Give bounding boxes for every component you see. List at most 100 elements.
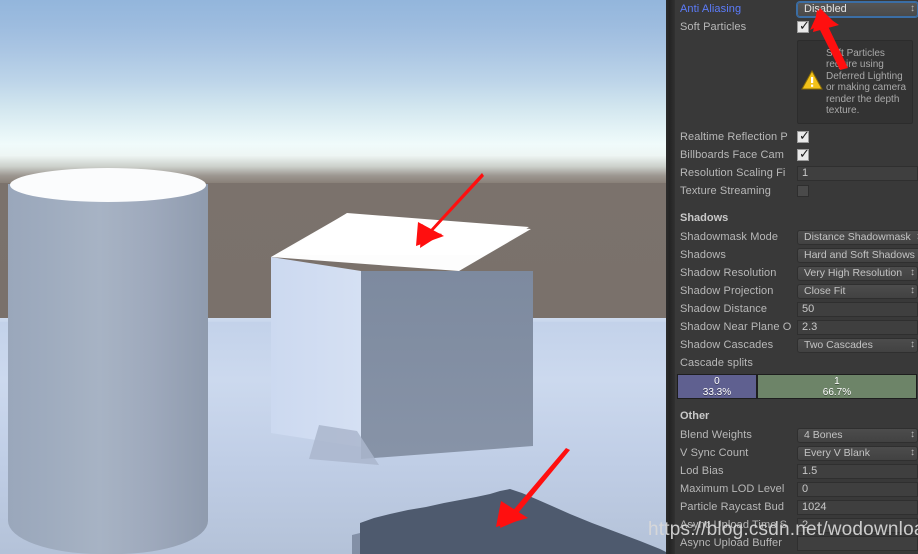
blend-weights-dropdown[interactable]: 4 Bones ↕ [797, 427, 918, 443]
annotation-arrow-cube-edge [388, 172, 488, 262]
cascade-split-1-index: 1 [834, 375, 840, 387]
row-lod-bias[interactable]: Lod Bias 1.5 [675, 462, 918, 480]
field-particle-raycast-budget[interactable]: 1024 [797, 498, 918, 516]
cascade-split-1[interactable]: 1 66.7% [756, 374, 917, 399]
label-v-sync-count: V Sync Count [680, 447, 749, 459]
shadow-cascades-value: Two Cascades [804, 338, 873, 351]
resolution-scaling-fixed-dpi-input[interactable]: 1 [797, 165, 918, 181]
maximum-lod-level-input[interactable]: 0 [797, 481, 918, 497]
cube-right-face [361, 271, 533, 459]
shadow-projection-dropdown[interactable]: Close Fit ↕ [797, 283, 918, 299]
shadow-cascades-dropdown[interactable]: Two Cascades ↕ [797, 337, 918, 353]
shadow-distance-input[interactable]: 50 [797, 301, 918, 317]
cascade-split-0[interactable]: 0 33.3% [677, 374, 757, 399]
field-billboards-face-camera[interactable]: ✓ [797, 146, 918, 164]
label-blend-weights: Blend Weights [680, 429, 753, 441]
field-v-sync-count[interactable]: Every V Blank ↕ [797, 444, 918, 462]
annotation-arrow-anti-aliasing [804, 8, 864, 70]
cascade-split-1-percent: 66.7% [822, 386, 852, 398]
shadow-projection-value: Close Fit [804, 284, 846, 297]
check-icon: ✓ [799, 128, 810, 143]
field-shadow-distance[interactable]: 50 [797, 300, 918, 318]
row-blend-weights[interactable]: Blend Weights 4 Bones ↕ [675, 426, 918, 444]
field-shadow-cascades[interactable]: Two Cascades ↕ [797, 336, 918, 354]
spacer-other [675, 399, 918, 410]
scene-view-viewport[interactable] [0, 0, 670, 554]
shadowmask-mode-dropdown[interactable]: Distance Shadowmask ↕ [797, 229, 918, 245]
row-realtime-reflection-probes[interactable]: Realtime Reflection P ✓ [675, 128, 918, 146]
row-shadows[interactable]: Shadows Hard and Soft Shadows ↕ [675, 246, 918, 264]
label-billboards-face-camera: Billboards Face Cam [680, 149, 784, 161]
shadow-near-plane-offset-input[interactable]: 2.3 [797, 319, 918, 335]
label-shadow-projection: Shadow Projection [680, 285, 774, 297]
cylinder-object[interactable] [8, 168, 208, 554]
cascade-split-0-percent: 33.3% [702, 386, 732, 398]
row-resolution-scaling-fixed-dpi[interactable]: Resolution Scaling Fi 1 [675, 164, 918, 182]
billboards-face-camera-checkbox[interactable]: ✓ [797, 147, 810, 161]
label-cascade-splits: Cascade splits [680, 357, 753, 369]
row-texture-streaming[interactable]: Texture Streaming [675, 182, 918, 200]
label-shadow-cascades: Shadow Cascades [680, 339, 774, 351]
field-texture-streaming[interactable] [797, 182, 918, 200]
field-realtime-reflection-probes[interactable]: ✓ [797, 128, 918, 146]
row-v-sync-count[interactable]: V Sync Count Every V Blank ↕ [675, 444, 918, 462]
cylinder-body [8, 184, 208, 554]
label-particle-raycast-budget: Particle Raycast Bud [680, 501, 785, 513]
shadowmask-mode-value: Distance Shadowmask [804, 230, 911, 243]
field-shadow-resolution[interactable]: Very High Resolution ↕ [797, 264, 918, 282]
label-shadowmask-mode: Shadowmask Mode [680, 231, 779, 243]
row-shadow-projection[interactable]: Shadow Projection Close Fit ↕ [675, 282, 918, 300]
field-maximum-lod-level[interactable]: 0 [797, 480, 918, 498]
panel-divider[interactable] [666, 0, 675, 554]
label-maximum-lod-level: Maximum LOD Level [680, 483, 785, 495]
section-header-other: Other [680, 410, 710, 422]
particle-raycast-budget-input[interactable]: 1024 [797, 499, 918, 515]
field-shadow-near-plane-offset[interactable]: 2.3 [797, 318, 918, 336]
label-shadows: Shadows [680, 249, 726, 261]
field-lod-bias[interactable]: 1.5 [797, 462, 918, 480]
field-shadow-projection[interactable]: Close Fit ↕ [797, 282, 918, 300]
field-shadowmask-mode[interactable]: Distance Shadowmask ↕ [797, 228, 918, 246]
cylinder-top-cap [10, 168, 206, 202]
row-shadow-distance[interactable]: Shadow Distance 50 [675, 300, 918, 318]
shadows-dropdown[interactable]: Hard and Soft Shadows ↕ [797, 247, 918, 263]
row-shadow-resolution[interactable]: Shadow Resolution Very High Resolution ↕ [675, 264, 918, 282]
field-shadows[interactable]: Hard and Soft Shadows ↕ [797, 246, 918, 264]
row-particle-raycast-budget[interactable]: Particle Raycast Bud 1024 [675, 498, 918, 516]
chevron-updown-icon: ↕ [910, 266, 915, 278]
row-maximum-lod-level[interactable]: Maximum LOD Level 0 [675, 480, 918, 498]
row-shadow-near-plane-offset[interactable]: Shadow Near Plane O 2.3 [675, 318, 918, 336]
field-resolution-scaling-fixed-dpi[interactable]: 1 [797, 164, 918, 182]
label-lod-bias: Lod Bias [680, 465, 724, 477]
chevron-updown-icon: ↕ [910, 338, 915, 350]
cube-left-face [271, 257, 361, 447]
v-sync-count-dropdown[interactable]: Every V Blank ↕ [797, 445, 918, 461]
cascade-splits-bar[interactable]: 0 33.3% 1 66.7% [677, 374, 917, 399]
row-shadowmask-mode[interactable]: Shadowmask Mode Distance Shadowmask ↕ [675, 228, 918, 246]
sky-gradient [0, 0, 670, 185]
field-blend-weights[interactable]: 4 Bones ↕ [797, 426, 918, 444]
shadow-resolution-value: Very High Resolution [804, 266, 903, 279]
row-soft-particles[interactable]: Soft Particles ✓ [675, 18, 918, 36]
cascade-split-0-index: 0 [714, 375, 720, 387]
texture-streaming-checkbox[interactable] [797, 185, 809, 197]
screen-root: Anti Aliasing Disabled ↕ Soft Particles … [0, 0, 918, 554]
chevron-updown-icon: ↕ [910, 446, 915, 458]
chevron-updown-icon: ↕ [910, 284, 915, 296]
label-soft-particles: Soft Particles [680, 21, 747, 33]
row-billboards-face-camera[interactable]: Billboards Face Cam ✓ [675, 146, 918, 164]
shadows-value: Hard and Soft Shadows [804, 248, 915, 261]
watermark-text: https://blog.csdn.net/wodownload2 [648, 519, 918, 540]
label-shadow-near-plane-offset: Shadow Near Plane O [680, 321, 792, 333]
row-shadow-cascades[interactable]: Shadow Cascades Two Cascades ↕ [675, 336, 918, 354]
spacer-shadows [675, 200, 918, 212]
realtime-reflection-probes-checkbox[interactable]: ✓ [797, 128, 810, 143]
annotation-arrow-shadow-edge [478, 448, 578, 530]
label-realtime-reflection-probes: Realtime Reflection P [680, 131, 788, 143]
shadow-resolution-dropdown[interactable]: Very High Resolution ↕ [797, 265, 918, 281]
label-resolution-scaling-fixed-dpi: Resolution Scaling Fi [680, 167, 786, 179]
label-texture-streaming: Texture Streaming [680, 185, 771, 197]
row-anti-aliasing[interactable]: Anti Aliasing Disabled ↕ [675, 0, 918, 18]
lod-bias-input[interactable]: 1.5 [797, 463, 918, 479]
chevron-updown-icon: ↕ [910, 2, 915, 14]
